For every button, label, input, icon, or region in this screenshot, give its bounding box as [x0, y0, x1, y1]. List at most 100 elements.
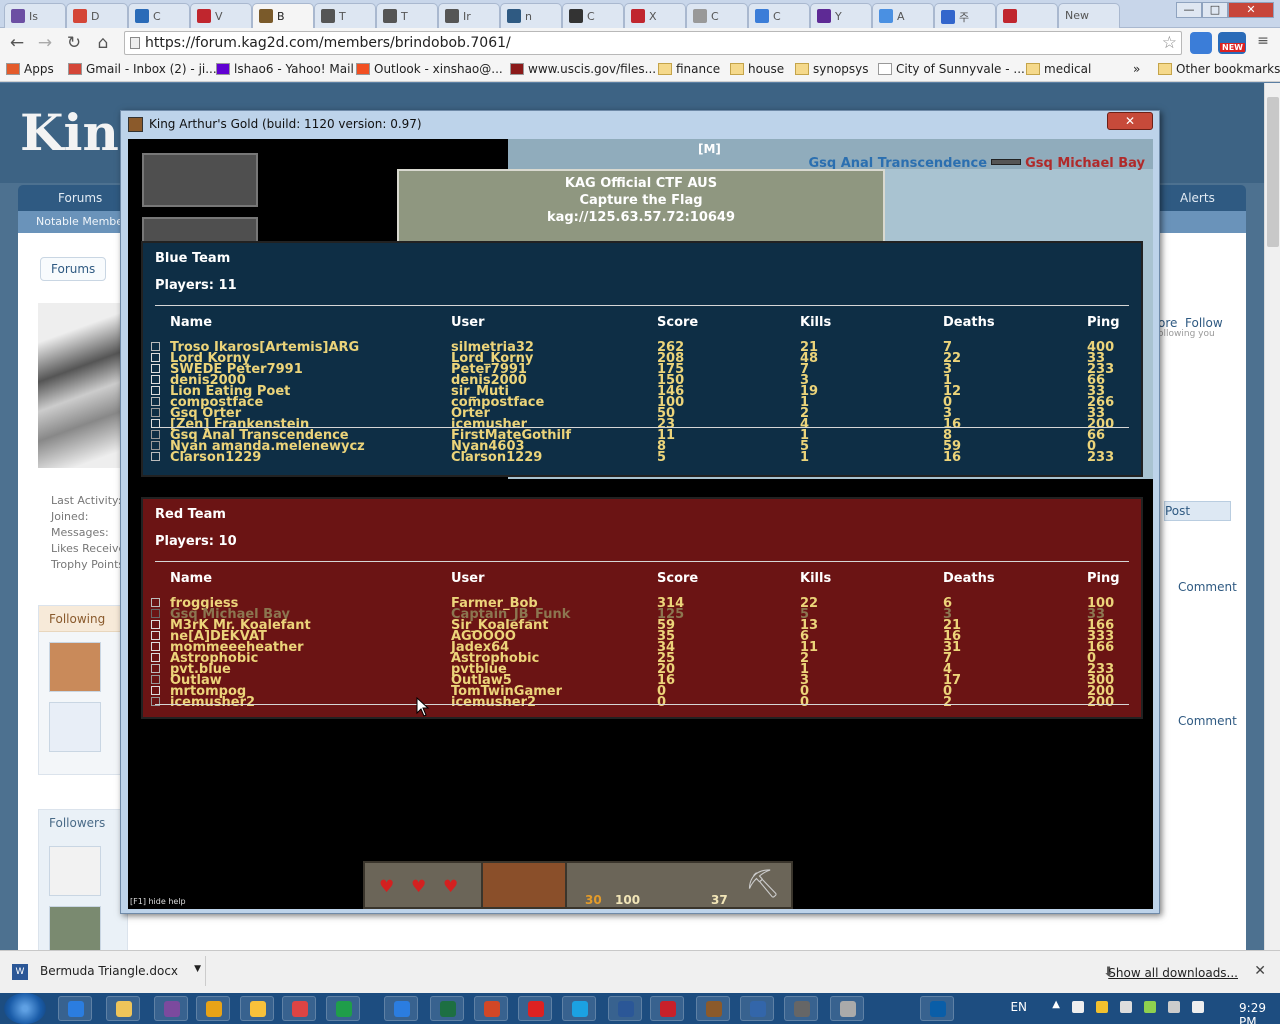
taskbar-powerpoint-icon[interactable]: [474, 996, 508, 1021]
browser-tab[interactable]: [996, 3, 1058, 28]
bookmark-star-icon[interactable]: ☆: [1162, 33, 1177, 53]
bookmarks-more-icon[interactable]: »: [1133, 62, 1140, 76]
bookmark-yahoo[interactable]: lshao6 - Yahoo! Mail: [216, 62, 354, 76]
taskbar-app-icon[interactable]: [830, 996, 864, 1021]
maximize-button[interactable]: □: [1202, 2, 1228, 18]
forward-arrow-icon[interactable]: →: [34, 33, 56, 53]
browser-tab[interactable]: 주: [934, 3, 996, 28]
explorer-icon: [116, 1001, 132, 1017]
taskbar-chrome-icon[interactable]: [326, 996, 360, 1021]
taskbar-media-icon[interactable]: [196, 996, 230, 1021]
taskbar-game-icon[interactable]: [696, 996, 730, 1021]
taskbar-app-icon[interactable]: [282, 996, 316, 1021]
taskbar-explorer-icon[interactable]: [106, 996, 140, 1021]
page-scrollbar[interactable]: [1264, 83, 1280, 950]
reload-icon[interactable]: ↻: [63, 33, 85, 53]
browser-tab[interactable]: Y: [810, 3, 872, 28]
language-indicator[interactable]: EN: [1010, 1000, 1027, 1014]
browser-tab[interactable]: n: [500, 3, 562, 28]
taskbar-excel-icon[interactable]: [430, 996, 464, 1021]
taskbar-app-icon[interactable]: [740, 996, 774, 1021]
taskbar-app-icon[interactable]: [384, 996, 418, 1021]
browser-tab[interactable]: A: [872, 3, 934, 28]
clock[interactable]: 9:29 PM: [1239, 1001, 1266, 1024]
browser-tab[interactable]: Is: [4, 3, 66, 28]
bookmark-folder[interactable]: house: [730, 62, 784, 76]
post-button[interactable]: Post: [1164, 501, 1232, 521]
follower-avatar[interactable]: [49, 906, 101, 950]
following-avatar[interactable]: [49, 702, 101, 752]
col-name: Name: [170, 315, 213, 330]
comment-link[interactable]: Comment: [1178, 580, 1237, 594]
taskbar-app-icon[interactable]: [154, 996, 188, 1021]
browser-tab[interactable]: C: [128, 3, 190, 28]
game-close-button[interactable]: ✕: [1107, 112, 1153, 130]
browser-tab[interactable]: T: [376, 3, 438, 28]
tray-expand-icon[interactable]: ▲: [1052, 999, 1060, 1010]
browser-tab[interactable]: T: [314, 3, 376, 28]
browser-tab[interactable]: D: [66, 3, 128, 28]
browser-tab[interactable]: X: [624, 3, 686, 28]
nav-alerts[interactable]: Alerts: [1180, 191, 1215, 205]
download-item[interactable]: W Bermuda Triangle.docx ▼: [6, 956, 206, 986]
bookmark-folder[interactable]: medical: [1026, 62, 1091, 76]
extension-new-icon[interactable]: NEW: [1218, 32, 1246, 54]
taskbar-word-icon[interactable]: [608, 996, 642, 1021]
server-info: KAG Official CTF AUS Capture the Flag ka…: [397, 169, 885, 243]
taskbar-outlook-icon[interactable]: [240, 996, 274, 1021]
back-arrow-icon[interactable]: ←: [6, 33, 28, 53]
tray-icon[interactable]: [1144, 1001, 1156, 1013]
extension-cloud-icon[interactable]: [1190, 32, 1212, 54]
window-close-button[interactable]: ✕: [1228, 2, 1274, 18]
minimize-button[interactable]: —: [1176, 2, 1202, 18]
bookmark-label: City of Sunnyvale - ...: [896, 62, 1025, 76]
close-download-shelf[interactable]: ✕: [1254, 963, 1266, 979]
knight-class-icon: [151, 375, 160, 384]
address-bar[interactable]: https://forum.kag2d.com/members/brindobo…: [124, 31, 1182, 55]
weapon-icon: [991, 159, 1022, 165]
bookmark-ms[interactable]: Outlook - xinshao@...: [356, 62, 503, 76]
taskbar-pdf-icon[interactable]: [518, 996, 552, 1021]
tray-icon[interactable]: [1120, 1001, 1132, 1013]
bookmark-gmail[interactable]: Gmail - Inbox (2) - ji...: [68, 62, 217, 76]
bookmark-folder[interactable]: synopsys: [795, 62, 869, 76]
show-all-downloads[interactable]: Show all downloads...: [1108, 966, 1238, 980]
following-avatar[interactable]: [49, 642, 101, 692]
home-icon[interactable]: ⌂: [92, 33, 114, 53]
browser-tab[interactable]: Ir: [438, 3, 500, 28]
scrollbar-thumb[interactable]: [1267, 97, 1279, 247]
tray-icon[interactable]: [1072, 1001, 1084, 1013]
volume-icon[interactable]: [1192, 1001, 1204, 1013]
bookmark-folder[interactable]: finance: [658, 62, 720, 76]
taskbar-app-icon[interactable]: [650, 996, 684, 1021]
tray-icon[interactable]: [1096, 1001, 1108, 1013]
browser-tab[interactable]: C: [748, 3, 810, 28]
bookmark-apps[interactable]: Apps: [6, 62, 54, 76]
browser-tab[interactable]: V: [190, 3, 252, 28]
browser-tab[interactable]: C: [562, 3, 624, 28]
more-link[interactable]: ore: [1158, 316, 1177, 330]
comment-link[interactable]: Comment: [1178, 714, 1237, 728]
start-button[interactable]: [4, 993, 46, 1024]
other-bookmarks[interactable]: Other bookmarks: [1158, 62, 1280, 76]
notable-members-link[interactable]: Notable Members: [36, 215, 133, 228]
taskbar-app-icon[interactable]: [784, 996, 818, 1021]
follow-link[interactable]: Follow: [1185, 316, 1223, 330]
browser-tab[interactable]: New: [1058, 3, 1120, 28]
taskbar-app-icon[interactable]: [920, 996, 954, 1021]
taskbar-ie-icon[interactable]: [58, 996, 92, 1021]
bookmark-gov[interactable]: www.uscis.gov/files...: [510, 62, 656, 76]
chevron-down-icon[interactable]: ▼: [194, 964, 201, 974]
menu-icon[interactable]: ≡: [1252, 33, 1274, 49]
builder-class-icon: [151, 397, 160, 406]
browser-tab[interactable]: B: [252, 3, 314, 28]
taskbar-skype-icon[interactable]: [562, 996, 596, 1021]
network-icon[interactable]: [1168, 1001, 1180, 1013]
game-viewport[interactable]: [M] Gsq Anal Transcendence Gsq Michael Ba…: [128, 139, 1153, 909]
nav-forums[interactable]: Forums: [58, 191, 102, 205]
follower-avatar[interactable]: [49, 846, 101, 896]
blue-team-scoreboard: Blue Team Players: 11 Name User Score Ki…: [141, 241, 1143, 477]
bookmark-page[interactable]: City of Sunnyvale - ...: [878, 62, 1025, 76]
breadcrumb-forums[interactable]: Forums: [40, 257, 107, 281]
browser-tab[interactable]: C: [686, 3, 748, 28]
